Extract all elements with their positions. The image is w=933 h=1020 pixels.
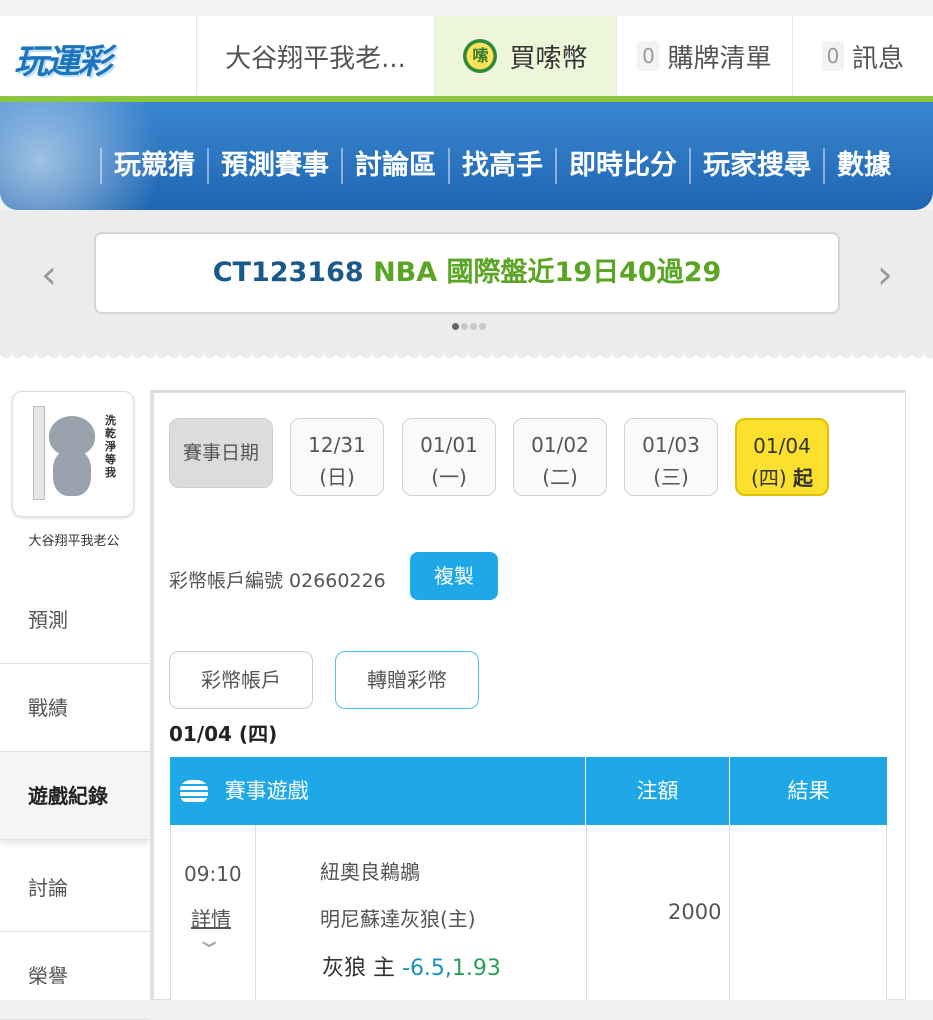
game-time: 09:10 (184, 862, 242, 886)
date-tab-date: 01/01 (420, 433, 478, 457)
user-menu[interactable]: 大谷翔平我老... (196, 16, 434, 96)
messages-label: 訊息 (851, 43, 904, 74)
date-tab[interactable]: 01/01 (一) (402, 418, 496, 496)
sidebar-item-game-history[interactable]: 遊戲紀錄 (0, 752, 150, 840)
date-tab-date: 01/03 (642, 433, 700, 457)
column-header-stake: 注額 (586, 757, 730, 825)
pick-line: -6.5, (402, 956, 452, 981)
date-tab-suffix: 起 (792, 466, 813, 490)
buy-coins-button[interactable]: 嗦 買嗦幣 (434, 16, 616, 96)
date-label: 賽事日期 (169, 418, 273, 488)
sidebar-item-record[interactable]: 戰績 (0, 664, 150, 752)
banner-card[interactable]: CT123168 NBA 國際盤近19日40過29 (94, 232, 840, 314)
cat-body-graphic (53, 450, 91, 496)
carousel-dot[interactable] (470, 323, 477, 330)
stake-amount: 2000 (668, 900, 722, 924)
nav-item-forum[interactable]: 討論區 (341, 148, 448, 184)
date-tab-weekday: (二) (542, 465, 578, 489)
sidebar-item-predictions[interactable]: 預測 (0, 576, 150, 664)
banner-edge (0, 352, 933, 362)
cart-label: 購牌清單 (667, 43, 772, 74)
coins-stack-icon (180, 780, 208, 804)
date-tab-weekday: (一) (431, 465, 467, 489)
nav-item-livescore[interactable]: 即時比分 (555, 148, 689, 184)
cart-count-badge: 0 (637, 41, 660, 71)
door-graphic (33, 406, 45, 500)
cell-divider (586, 825, 587, 1000)
date-tab-weekday: (日) (319, 465, 355, 489)
carousel-dot[interactable] (461, 323, 468, 330)
nav-item-guess[interactable]: 玩競猜 (100, 148, 207, 184)
records-table-header: 賽事遊戲 注額 結果 (170, 757, 887, 825)
sidebar-item-honors[interactable]: 榮譽 (0, 932, 150, 1020)
banner-id: CT123168 (212, 257, 364, 288)
banner-text: NBA 國際盤近19日40過29 (373, 257, 722, 288)
cart-button[interactable]: 0 購牌清單 (616, 16, 792, 96)
username-label: 大谷翔平我老... (225, 43, 406, 74)
away-team: 紐奧良鵜鶘 (320, 860, 420, 884)
carousel-dots (452, 323, 486, 330)
home-team: 明尼蘇達灰狼(主) (320, 907, 476, 931)
copy-button[interactable]: 複製 (410, 552, 498, 600)
carousel-prev-icon[interactable]: ‹ (34, 252, 64, 298)
carousel-next-icon[interactable]: › (870, 252, 900, 298)
messages-button[interactable]: 0 訊息 (792, 16, 933, 96)
column-header-result: 結果 (787, 779, 830, 803)
cat-head-graphic (49, 416, 95, 456)
date-tab[interactable]: 12/31 (日) (290, 418, 384, 496)
date-tab-date: 01/04 (753, 434, 811, 458)
date-tab-weekday: (三) (653, 465, 689, 489)
date-tab-selected[interactable]: 01/04 (四) 起 (735, 418, 829, 496)
avatar[interactable]: 洗乾淨等我 (12, 391, 134, 517)
transfer-coins-button[interactable]: 轉贈彩幣 (335, 651, 479, 709)
coin-icon: 嗦 (463, 39, 498, 73)
records-date-heading: 01/04 (四) (169, 722, 278, 746)
nav-item-experts[interactable]: 找高手 (448, 148, 555, 184)
cell-divider (729, 825, 730, 1000)
nav-item-player-search[interactable]: 玩家搜尋 (689, 148, 823, 184)
account-number: 彩幣帳戶編號 02660226 (169, 570, 386, 592)
buy-coins-label: 買嗦幣 (509, 43, 588, 74)
pick-team: 灰狼 主 (322, 956, 395, 981)
avatar-caption: 洗乾淨等我 (105, 414, 116, 479)
main-nav: 玩競猜 預測賽事 討論區 找高手 即時比分 玩家搜尋 數據 (0, 102, 933, 210)
table-row (170, 825, 887, 1000)
carousel-dot[interactable] (479, 323, 486, 330)
messages-count-badge: 0 (821, 41, 844, 71)
column-header-game: 賽事遊戲 (170, 757, 586, 825)
nav-item-stats[interactable]: 數據 (823, 148, 903, 184)
coin-account-button[interactable]: 彩幣帳戶 (169, 651, 313, 709)
date-tab-weekday: (四) (751, 466, 787, 490)
column-header-game-label: 賽事遊戲 (224, 779, 309, 803)
date-tab[interactable]: 01/03 (三) (624, 418, 718, 496)
date-tab-date: 01/02 (531, 433, 589, 457)
pick-odds: 1.93 (451, 956, 501, 981)
bet-pick: 灰狼 主 -6.5,1.93 (322, 950, 501, 982)
site-logo[interactable]: 玩運彩 (14, 34, 154, 82)
chevron-down-icon[interactable]: ⌄ (194, 928, 224, 953)
carousel-dot[interactable] (452, 323, 459, 330)
sidebar-item-discussion[interactable]: 討論 (0, 844, 150, 932)
profile-username: 大谷翔平我老公 (28, 534, 120, 549)
date-tab[interactable]: 01/02 (二) (513, 418, 607, 496)
nav-item-predict[interactable]: 預測賽事 (207, 148, 341, 184)
cell-divider (255, 825, 256, 1000)
date-tab-date: 12/31 (308, 433, 366, 457)
